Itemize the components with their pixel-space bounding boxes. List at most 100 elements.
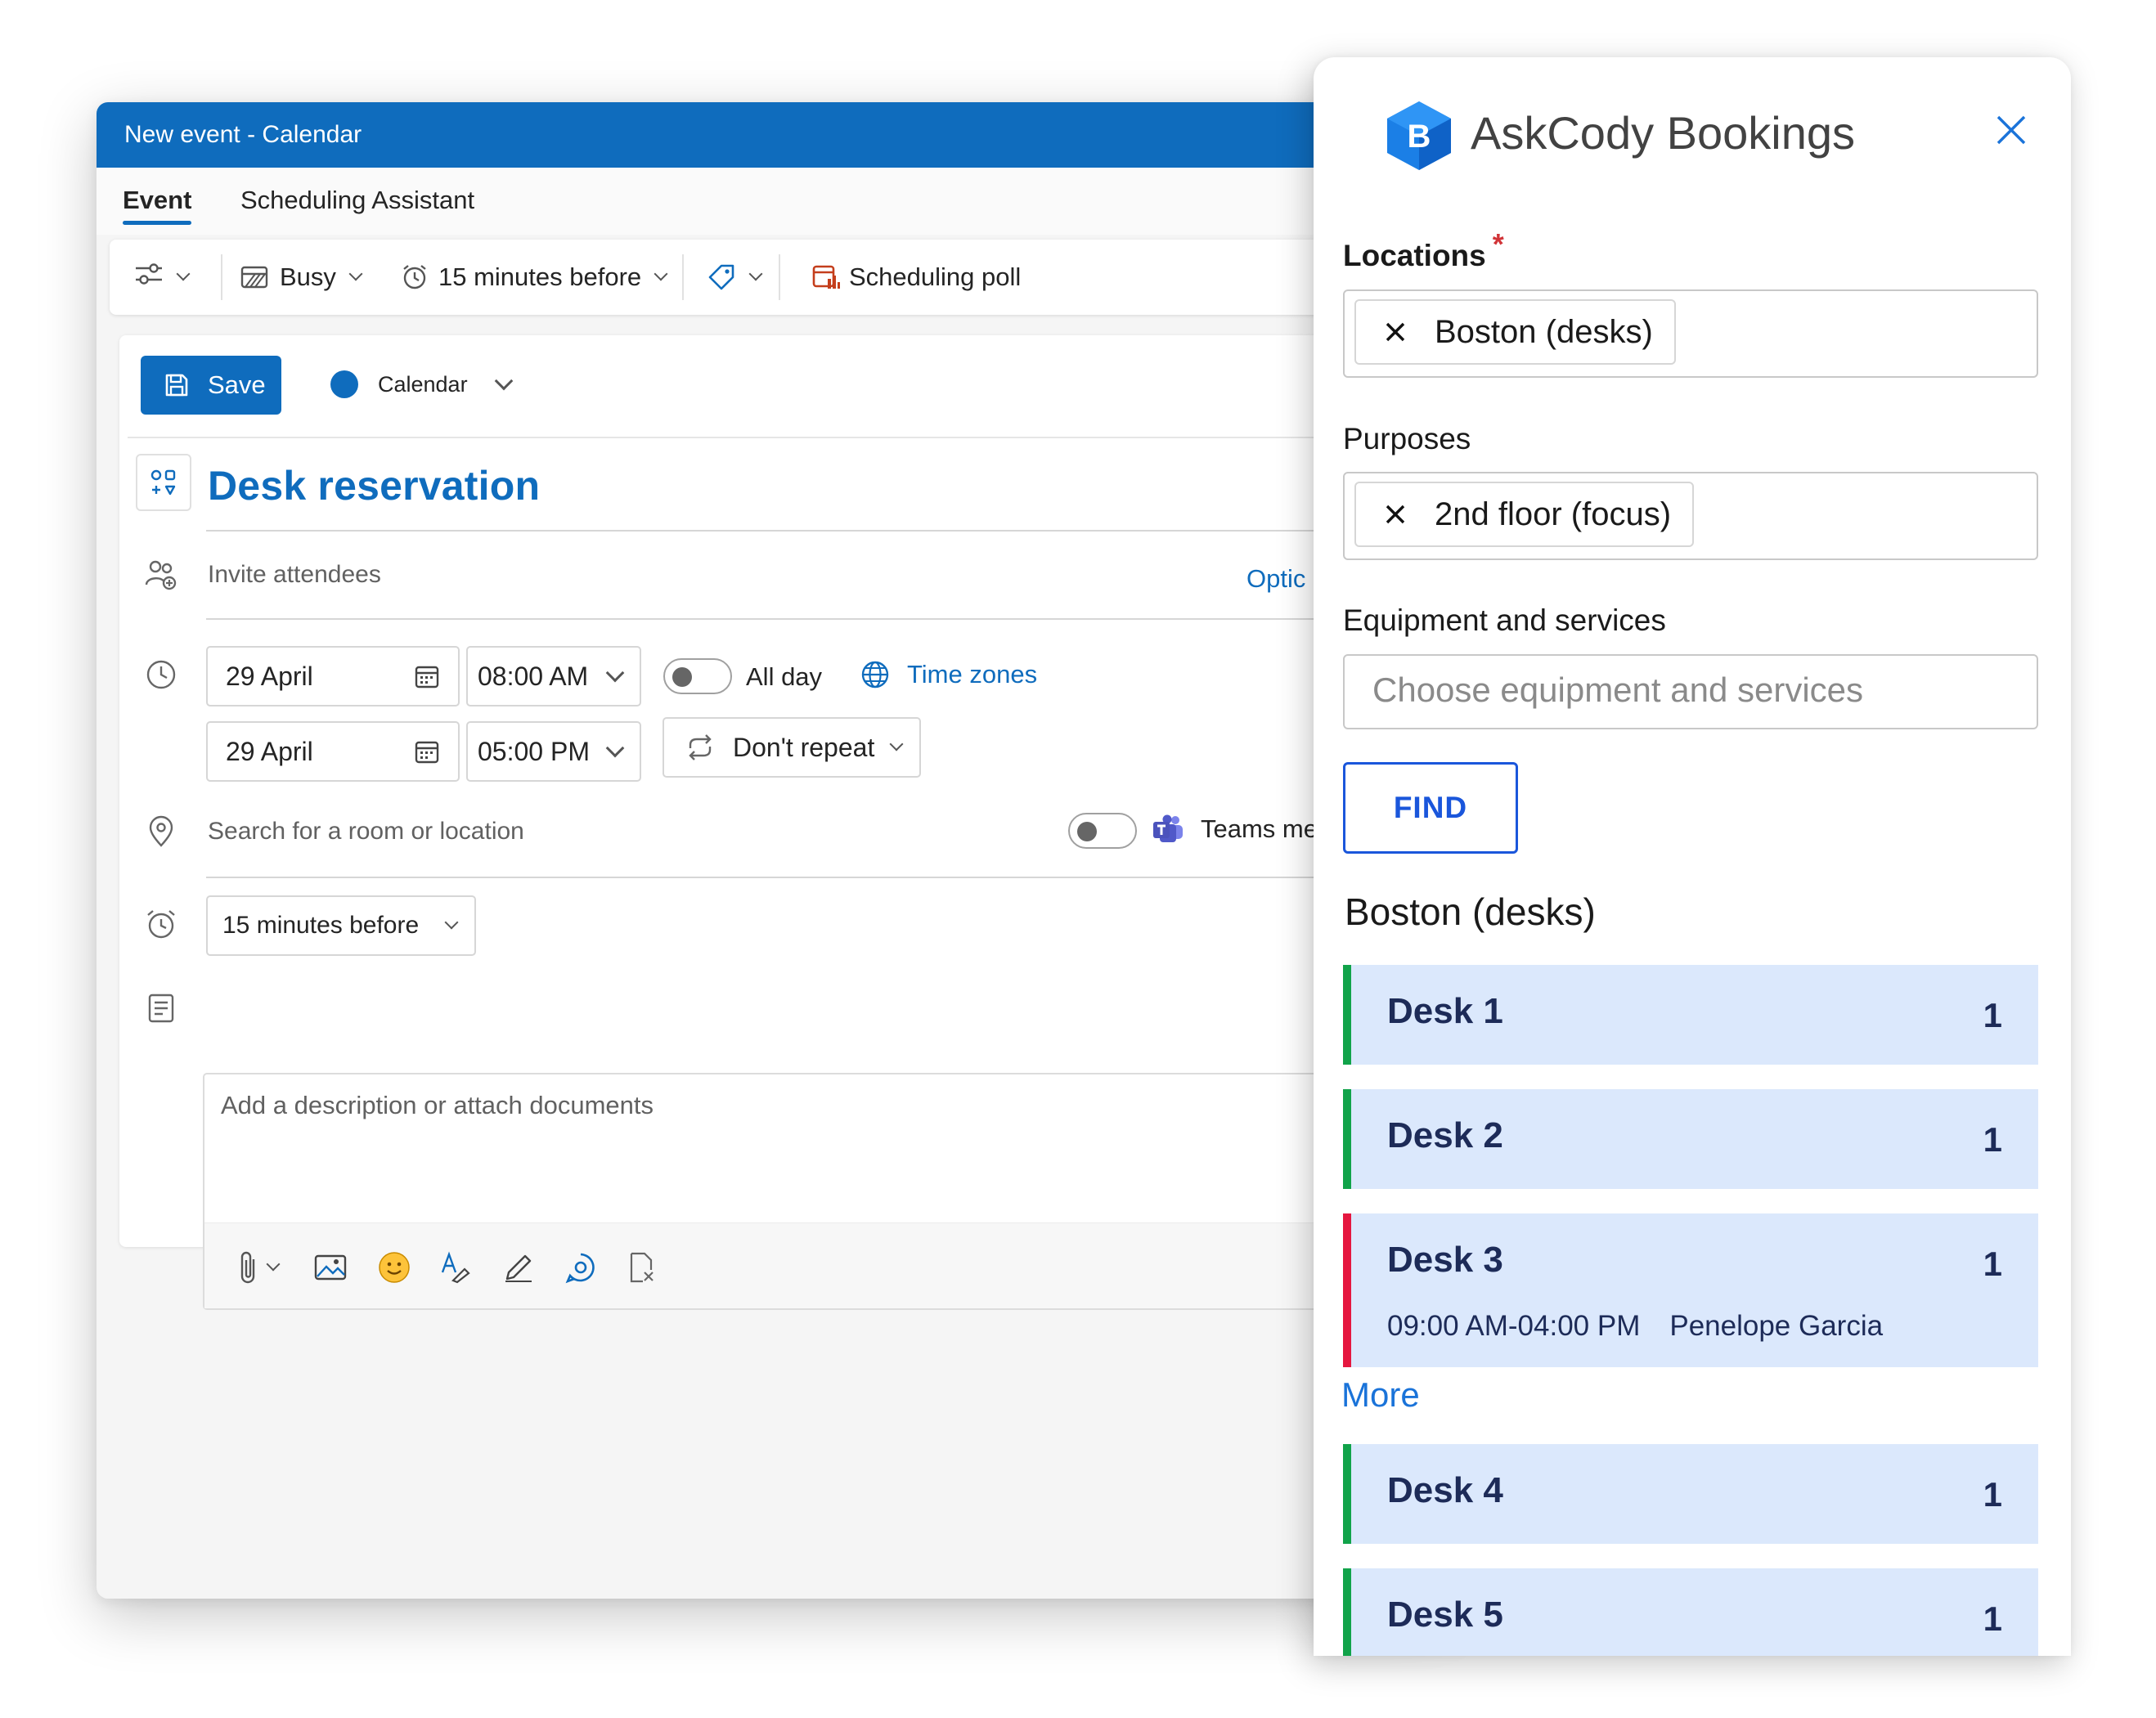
calendar-icon	[414, 648, 440, 705]
toolbar-divider	[221, 254, 222, 300]
desk-item[interactable]: Desk 1 1	[1343, 965, 2038, 1065]
desk-capacity: 1	[1983, 1475, 2002, 1514]
close-icon[interactable]	[1994, 113, 2028, 147]
reminder-label: 15 minutes before	[438, 262, 642, 291]
required-mark: *	[1492, 227, 1504, 261]
categorize-button[interactable]	[707, 240, 763, 315]
window-title: New event - Calendar	[97, 102, 1446, 168]
event-form: Save Calendar Desk reservation Invite at…	[119, 335, 1446, 1310]
time-zones-button[interactable]: Time zones	[860, 659, 1037, 690]
show-as-label: Busy	[280, 262, 336, 291]
equipment-field[interactable]: Choose equipment and services	[1343, 654, 2038, 729]
event-reminder-dropdown[interactable]: 15 minutes before	[206, 895, 476, 956]
new-event-window: New event - Calendar Event Scheduling As…	[97, 102, 1446, 1599]
save-button[interactable]: Save	[141, 356, 281, 415]
all-day-toggle[interactable]	[663, 658, 732, 694]
repeat-label: Don't repeat	[733, 732, 875, 762]
purposes-label: Purposes	[1343, 422, 1471, 455]
find-button[interactable]: FIND	[1343, 762, 1518, 854]
teams-icon	[1152, 814, 1184, 844]
optional-attendees-link[interactable]: Optic	[1246, 564, 1305, 594]
time-zones-label: Time zones	[907, 660, 1038, 689]
pen-icon[interactable]	[499, 1248, 538, 1287]
view-settings-button[interactable]	[134, 240, 191, 315]
attach-icon[interactable]	[229, 1248, 286, 1287]
repeat-icon	[685, 733, 715, 761]
divider	[206, 618, 1446, 620]
tab-event[interactable]: Event	[123, 186, 192, 225]
globe-icon	[860, 659, 891, 690]
purpose-chip-label: 2nd floor (focus)	[1435, 496, 1672, 532]
image-icon[interactable]	[311, 1248, 350, 1287]
end-time-dropdown[interactable]: 05:00 PM	[466, 721, 641, 782]
sign-icon[interactable]	[623, 1248, 663, 1287]
invite-attendees-input[interactable]: Invite attendees	[208, 561, 381, 589]
calendar-picker[interactable]: Calendar	[330, 360, 513, 409]
save-label: Save	[208, 370, 266, 399]
alarm-clock-icon	[401, 263, 429, 291]
locations-field[interactable]: Boston (desks)	[1343, 289, 2038, 378]
end-date-field[interactable]: 29 April	[206, 721, 460, 782]
chevron-down-icon	[605, 738, 625, 758]
calendar-label: Calendar	[378, 371, 468, 397]
purposes-field[interactable]: 2nd floor (focus)	[1343, 472, 2038, 560]
tab-bar: Event Scheduling Assistant	[97, 168, 1446, 235]
event-toolbar: Busy 15 minutes before Scheduling poll	[110, 240, 1446, 315]
chevron-down-icon	[654, 267, 668, 281]
save-icon	[164, 372, 208, 398]
start-time-dropdown[interactable]: 08:00 AM	[466, 646, 641, 706]
tag-icon	[707, 262, 736, 292]
desk-capacity: 1	[1983, 1120, 2002, 1159]
emoji-icon[interactable]	[375, 1248, 414, 1287]
repeat-dropdown[interactable]: Don't repeat	[663, 717, 921, 778]
tab-scheduling-assistant[interactable]: Scheduling Assistant	[240, 186, 474, 215]
show-as-dropdown[interactable]: Busy	[240, 240, 363, 315]
start-time-value: 08:00 AM	[478, 661, 589, 691]
equipment-label: Equipment and services	[1343, 603, 1666, 637]
toolbar-divider	[682, 254, 684, 300]
location-input[interactable]: Search for a room or location	[208, 818, 524, 846]
chevron-down-icon	[444, 915, 459, 930]
busy-icon	[240, 265, 268, 289]
loop-icon[interactable]	[561, 1248, 600, 1287]
askcody-bookings-panel: B AskCody Bookings Locations * Boston (de…	[1314, 57, 2071, 1656]
purpose-chip: 2nd floor (focus)	[1354, 482, 1695, 547]
desk-item[interactable]: Desk 3 1 09:00 AM-04:00 PM Penelope Garci…	[1343, 1213, 2038, 1367]
editor-icon[interactable]	[437, 1248, 476, 1287]
desk-name: Desk 5	[1387, 1595, 1503, 1635]
chevron-down-icon	[176, 267, 191, 281]
start-date-field[interactable]: 29 April	[206, 646, 460, 706]
description-placeholder: Add a description or attach documents	[221, 1091, 654, 1119]
calendar-icon	[414, 723, 440, 780]
booking-person: Penelope Garcia	[1669, 1310, 1884, 1342]
desk-item[interactable]: Desk 4 1	[1343, 1444, 2038, 1544]
toolbar-divider	[779, 254, 780, 300]
description-editor[interactable]: Add a description or attach documents	[203, 1073, 1446, 1310]
teams-meeting-toggle[interactable]	[1068, 813, 1137, 849]
alarm-clock-icon	[144, 908, 178, 942]
location-chip: Boston (desks)	[1354, 299, 1676, 365]
desk-name: Desk 3	[1387, 1240, 1503, 1280]
reminder-dropdown[interactable]: 15 minutes before	[401, 240, 668, 315]
divider	[206, 877, 1446, 878]
location-chip-label: Boston (desks)	[1435, 313, 1653, 350]
desk-capacity: 1	[1983, 1599, 2002, 1638]
remove-chip-icon[interactable]	[1384, 503, 1407, 526]
divider	[128, 437, 1446, 438]
event-title-input[interactable]: Desk reservation	[208, 462, 540, 509]
desk-item[interactable]: Desk 5 1	[1343, 1568, 2038, 1656]
more-link[interactable]: More	[1341, 1375, 1420, 1415]
scheduling-poll-button[interactable]: Scheduling poll	[811, 240, 1021, 315]
equipment-placeholder: Choose equipment and services	[1372, 671, 1864, 709]
desk-item[interactable]: Desk 2 1	[1343, 1089, 2038, 1189]
clock-icon	[144, 657, 178, 692]
desk-name: Desk 2	[1387, 1115, 1503, 1155]
scheduling-poll-label: Scheduling poll	[849, 262, 1022, 291]
divider	[206, 530, 1446, 532]
poll-icon	[811, 262, 841, 292]
desk-name: Desk 4	[1387, 1470, 1503, 1510]
location-pin-icon	[144, 814, 178, 849]
results-title: Boston (desks)	[1345, 890, 1596, 933]
desk-booking-info: 09:00 AM-04:00 PM Penelope Garcia	[1387, 1310, 1883, 1343]
remove-chip-icon[interactable]	[1384, 321, 1407, 343]
